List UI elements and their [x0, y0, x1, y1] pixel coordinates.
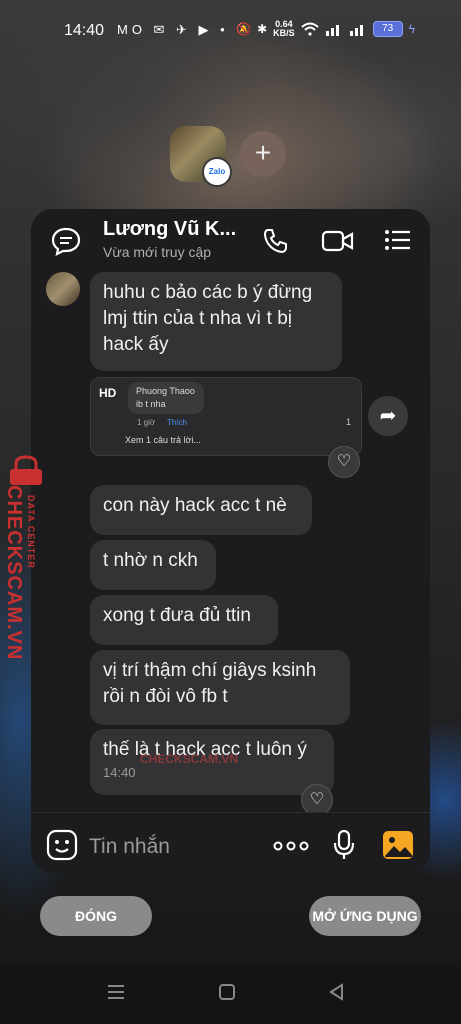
wifi-icon [300, 22, 319, 36]
status-time: 14:40 [64, 22, 105, 39]
microphone-icon[interactable] [333, 829, 355, 861]
message-bubble[interactable]: con này hack acc t nè [90, 485, 312, 535]
message-text: xong t đưa đủ ttin [103, 605, 251, 626]
chat-header: Lương Vũ K... Vừa mới truy cập [31, 209, 430, 271]
commenter-name: Phuong Thaoo [136, 386, 195, 396]
watermark-sub: DATA CENTER [26, 495, 36, 569]
mute-icon: 🔕 [236, 22, 252, 36]
comment-box: Phuong Thaoo ib t nha [128, 382, 204, 414]
back-icon[interactable] [328, 983, 346, 1001]
reaction-button[interactable]: ♡ [328, 446, 360, 478]
lock-icon [10, 455, 42, 485]
status-bar: 14:40 MO ✉ ✈ ▶ • 🔕 ✱ 0.64 KB/S 73 ϟ [0, 0, 461, 60]
forward-icon: ➦ [379, 405, 397, 427]
message-text: t nhờ n ckh [103, 550, 198, 571]
home-icon[interactable] [218, 983, 236, 1001]
comment-time: 1 giờ [137, 418, 156, 427]
heart-icon: ♡ [309, 791, 325, 808]
recents-icon[interactable] [106, 983, 126, 1001]
message-bubble[interactable]: huhu c bảo các b ý đừng lmj ttin của t n… [90, 272, 342, 371]
battery-indicator: 73 [372, 21, 403, 37]
video-camera-icon[interactable] [321, 229, 355, 253]
zalo-badge-icon: Zalo [202, 157, 232, 187]
message-text: con này hack acc t nè [103, 495, 287, 516]
open-app-button[interactable]: MỞ ỨNG DỤNG [309, 896, 421, 936]
more-options-icon[interactable] [273, 841, 309, 851]
navigation-bar [0, 966, 461, 1024]
comment-like-link[interactable]: Thích [167, 418, 187, 427]
contact-name[interactable]: Lương Vũ K... [103, 218, 236, 241]
chat-bubble-window[interactable]: Lương Vũ K... Vừa mới truy cập huhu c bả… [31, 209, 430, 873]
chat-bubble-icon[interactable] [50, 226, 82, 256]
network-speed: 0.64 KB/S [273, 19, 295, 38]
sticker-icon[interactable] [46, 829, 78, 861]
close-button[interactable]: ĐÓNG [40, 896, 152, 936]
comment-text: ib t nha [136, 399, 166, 409]
shared-comment-card[interactable]: HD Phuong Thaoo ib t nha 1 giờ Thích 1 X… [90, 377, 362, 456]
comment-like-count: 1 [345, 417, 351, 427]
watermark-center: CHECKSCAM.VN [140, 752, 239, 766]
commenter-avatar: HD [99, 386, 117, 400]
message-bubble[interactable]: xong t đưa đủ ttin [90, 595, 278, 645]
message-bubble[interactable]: t nhờ n ckh [90, 540, 216, 590]
add-bubble-button[interactable]: + [240, 131, 286, 177]
charging-icon: ϟ [408, 22, 415, 36]
sender-avatar[interactable] [46, 272, 80, 306]
message-bubble[interactable]: vị trí thậm chí giâys ksinh rồi n đòi vô… [90, 650, 350, 725]
status-right-icons: 🔕 ✱ 0.64 KB/S 73 ϟ [236, 20, 415, 38]
watermark-logo: CHECKSCAM.VN DATA CENTER [2, 455, 42, 660]
message-time: 14:40 [103, 765, 136, 780]
view-replies-link[interactable]: Xem 1 câu trả lời... [125, 435, 201, 445]
signal-icon [325, 25, 339, 36]
bluetooth-icon: ✱ [257, 22, 268, 36]
forward-button[interactable]: ➦ [368, 396, 408, 436]
menu-icon[interactable] [384, 229, 412, 251]
message-input[interactable]: Tin nhắn [89, 835, 170, 859]
message-text: huhu c bảo các b ý đừng lmj ttin của t n… [103, 282, 313, 355]
contact-status: Vừa mới truy cập [103, 244, 212, 260]
message-composer: Tin nhắn [31, 812, 430, 873]
watermark-brand: CHECKSCAM.VN [3, 485, 25, 661]
message-text: vị trí thậm chí giâys ksinh rồi n đòi vô… [103, 660, 317, 707]
notification-icons: MO ✉ ✈ ▶ • [117, 22, 229, 37]
phone-icon[interactable] [262, 227, 290, 255]
signal-icon-2 [349, 25, 363, 36]
image-icon[interactable] [382, 830, 414, 860]
heart-icon: ♡ [336, 453, 352, 470]
